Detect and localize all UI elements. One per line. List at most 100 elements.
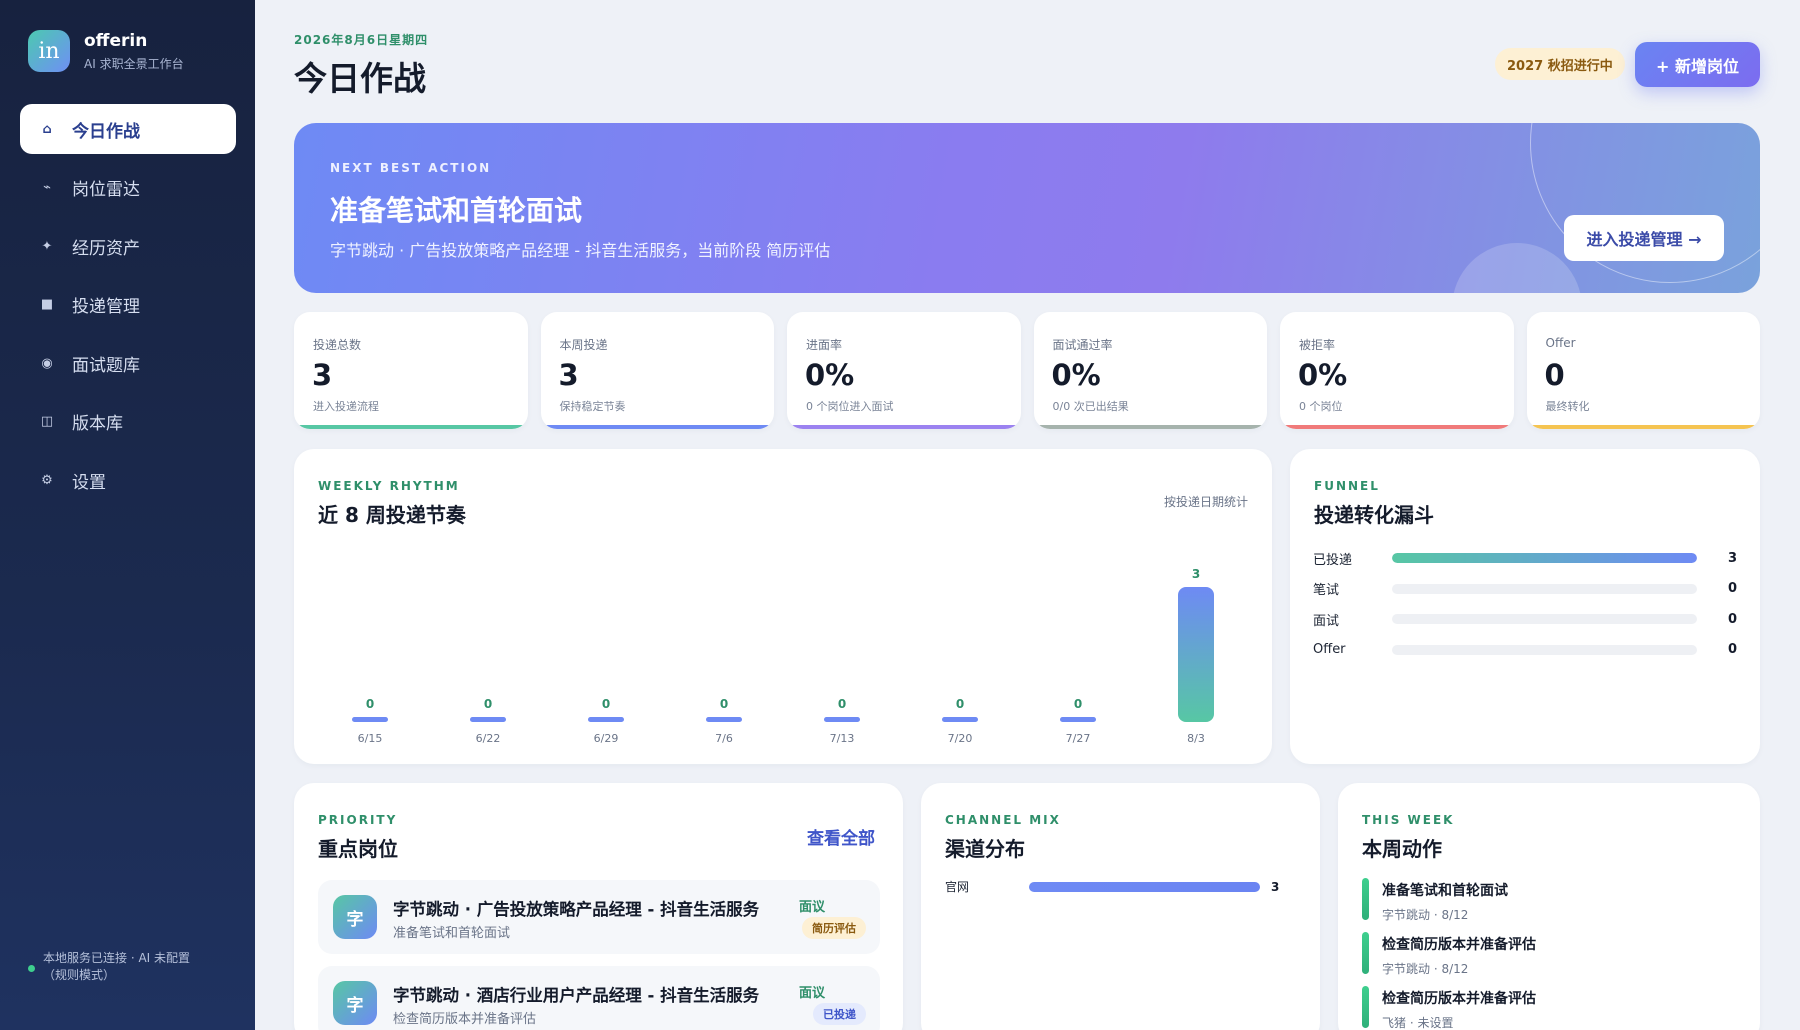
stat-card[interactable]: Offer 0 最终转化: [1526, 312, 1760, 429]
funnel-card: FUNNEL 投递转化漏斗 已投递 3 笔试 0 面试 0 Offer 0: [1290, 449, 1760, 764]
view-all-button[interactable]: 查看全部: [807, 824, 875, 849]
nav-item-label: 面试题库: [72, 355, 140, 376]
channel-label: 官网: [945, 880, 970, 894]
x-tick-label: 6/29: [594, 732, 619, 745]
funnel-track: [1392, 553, 1697, 564]
funnel-label: 面试: [1313, 613, 1340, 629]
todo-title: 检查简历版本并准备评估: [1382, 991, 1536, 1007]
stat-value: 3: [558, 358, 579, 392]
nav-item-5[interactable]: ◫ 版本库: [20, 397, 236, 447]
channel-row: 官网 3: [945, 878, 1295, 895]
stat-card[interactable]: 本周投递 3 保持稳定节奏: [540, 312, 774, 429]
status-dot-icon: [28, 965, 35, 972]
todo-meta: 字节跳动 · 8/12: [1382, 908, 1469, 922]
nav-item-4[interactable]: ◉ 面试题库: [20, 338, 236, 388]
week-action-item[interactable]: 准备笔试和首轮面试 字节跳动 · 8/12: [1362, 878, 1732, 922]
brand[interactable]: in offerin AI 求职全景工作台: [28, 30, 184, 72]
priority-job-item[interactable]: 字字节跳动 · 酒店行业用户产品经理 - 抖音生活服务 检查简历版本并准备评估 面议…: [318, 966, 880, 1030]
nav-item-2[interactable]: ✦ 经历资产: [20, 221, 236, 271]
job-stage-badge: 简历评估: [802, 917, 866, 939]
stat-card[interactable]: 进面率 0% 0 个岗位进入面试: [787, 312, 1021, 429]
gear-icon: ⚙: [41, 472, 53, 488]
page-title: 今日作战: [294, 59, 426, 98]
bar-value-label: 3: [1192, 567, 1200, 581]
sidebar: in offerin AI 求职全景工作台 ⌂ 今日作战 ⌁ 岗位雷达 ✦ 经历资产 ■ 投递…: [0, 0, 255, 1030]
service-status-text: 本地服务已连接 · AI 未配置（规则模式）: [43, 951, 191, 982]
nav-item-label: 经历资产: [72, 238, 140, 259]
company-avatar: 字: [333, 981, 377, 1025]
company-avatar: 字: [333, 895, 377, 939]
bar-value-label: 0: [838, 697, 846, 711]
stat-subtext: 保持稳定节奏: [559, 400, 626, 413]
bar-value-label: 0: [602, 697, 610, 711]
week-action-item[interactable]: 检查简历版本并准备评估 字节跳动 · 8/12: [1362, 932, 1732, 976]
target-icon: ◉: [41, 355, 53, 371]
nav-item-label: 版本库: [72, 414, 123, 434]
funnel-count: 0: [1727, 581, 1737, 597]
nav-item-label: 今日作战: [72, 121, 140, 142]
funnel-row: Offer 0: [1313, 635, 1737, 666]
stat-subtext: 0/0 次已出结果: [1052, 400, 1129, 413]
bar-7/6: [706, 717, 742, 722]
funnel-fill: [1392, 553, 1697, 564]
todo-title: 准备笔试和首轮面试: [1382, 883, 1508, 899]
next-best-action-banner: NEXT BEST ACTION 准备笔试和首轮面试 字节跳动 · 广告投放策略…: [294, 123, 1760, 293]
week-kicker: THIS WEEK: [1362, 813, 1455, 827]
stat-value: 0: [1544, 358, 1565, 392]
bar-7/27: [1060, 717, 1096, 722]
funnel-row: 面试 0: [1313, 604, 1737, 635]
job-stage-badge: 已投递: [813, 1003, 866, 1025]
stat-card[interactable]: 投递总数 3 进入投递流程: [294, 312, 528, 429]
bar-7/13: [824, 717, 860, 722]
job-next-step: 准备笔试和首轮面试: [393, 926, 511, 941]
stat-value: 3: [312, 358, 333, 392]
job-salary: 面议: [798, 900, 825, 915]
channel-mix-card: CHANNEL MIX 渠道分布 官网 3: [921, 783, 1320, 1030]
todo-meta: 字节跳动 · 8/12: [1382, 962, 1469, 976]
hero-title: 准备笔试和首轮面试: [330, 194, 583, 227]
job-title: 字节跳动 · 广告投放策略产品经理 - 抖音生活服务: [393, 900, 760, 919]
nav-item-3[interactable]: ■ 投递管理: [20, 280, 236, 330]
x-tick-label: 7/6: [715, 732, 733, 745]
grid-icon: ■: [40, 297, 54, 312]
job-salary: 面议: [798, 986, 825, 1001]
todo-meta: 飞猪 · 未设置: [1382, 1016, 1454, 1030]
stat-accent-bar: [787, 425, 1021, 429]
funnel-track: [1392, 583, 1697, 594]
job-next-step: 检查简历版本并准备评估: [393, 1012, 537, 1027]
funnel-track: [1392, 614, 1697, 625]
nav-item-1[interactable]: ⌁ 岗位雷达: [20, 163, 236, 213]
priority-job-item[interactable]: 字字节跳动 · 广告投放策略产品经理 - 抖音生活服务准备笔试和首轮面试 面议简历…: [318, 880, 880, 954]
bar-value-label: 0: [366, 697, 374, 711]
sidebar-nav: ⌂ 今日作战 ⌁ 岗位雷达 ✦ 经历资产 ■ 投递管理 ◉ 面试题库 ◫ 版本库 ⚙ 设置: [20, 104, 236, 514]
stat-value: 0%: [805, 358, 855, 392]
stats-row: 投递总数 3 进入投递流程 本周投递 3 保持稳定节奏 进面率 0% 0 个岗位进入面试 面试通过…: [294, 312, 1760, 429]
main-content: 2026年8月6日星期四 今日作战 2027 秋招进行中 + 新增岗位 NEXT…: [255, 0, 1800, 1030]
brand-logo: in: [28, 30, 70, 72]
funnel-row: 已投递 3: [1313, 543, 1737, 574]
stat-card[interactable]: 被拒率 0% 0 个岗位: [1280, 312, 1514, 429]
brand-subtitle: AI 求职全景工作台: [84, 56, 184, 71]
stat-accent-bar: [294, 425, 528, 429]
add-job-button[interactable]: + 新增岗位: [1635, 42, 1760, 87]
season-badge: 2027 秋招进行中: [1495, 48, 1625, 80]
nav-item-0[interactable]: ⌂ 今日作战: [20, 104, 236, 154]
priority-title: 重点岗位: [318, 837, 398, 861]
funnel-count: 3: [1727, 550, 1737, 566]
funnel-title: 投递转化漏斗: [1314, 503, 1434, 527]
sparkle-icon: ✦: [41, 238, 53, 254]
bar-value-label: 0: [1074, 697, 1082, 711]
x-tick-label: 6/15: [358, 732, 383, 745]
stat-value: 0%: [1051, 358, 1101, 392]
nav-item-6[interactable]: ⚙ 设置: [20, 455, 236, 505]
go-to-applications-button[interactable]: 进入投递管理 →: [1564, 215, 1724, 261]
stat-label: 被拒率: [1299, 338, 1336, 352]
service-status: 本地服务已连接 · AI 未配置（规则模式）: [28, 950, 213, 984]
week-action-item[interactable]: 检查简历版本并准备评估 飞猪 · 未设置: [1362, 986, 1732, 1030]
stat-subtext: 最终转化: [1545, 400, 1590, 413]
bar-value-label: 0: [720, 697, 728, 711]
todo-accent-bar: [1362, 932, 1369, 974]
stat-card[interactable]: 面试通过率 0% 0/0 次已出结果: [1033, 312, 1267, 429]
todo-title: 检查简历版本并准备评估: [1382, 937, 1536, 953]
stat-accent-bar: [1033, 425, 1267, 429]
